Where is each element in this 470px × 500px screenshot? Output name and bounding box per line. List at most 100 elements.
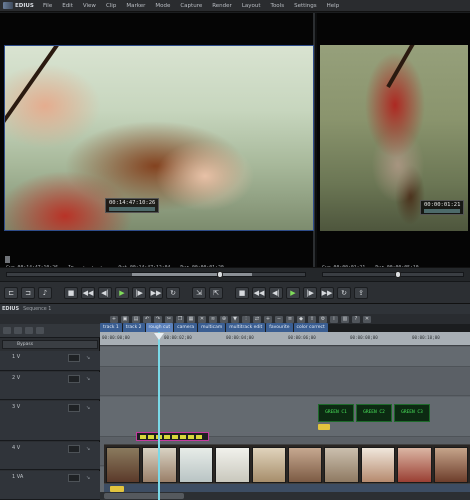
timeline-lane-1[interactable] [100,347,470,367]
menu-layout[interactable]: Layout [237,0,266,12]
track-head-3[interactable]: 3 V ↘ [0,401,100,441]
menu-capture[interactable]: Capture [175,0,207,12]
help-icon[interactable]: ? [352,315,360,323]
delete-icon[interactable]: ✕ [198,315,206,323]
marker-icon[interactable]: ▼ [231,315,239,323]
track-toggle-3[interactable] [68,404,80,412]
set-out-button[interactable]: ⊐ [21,286,35,299]
close-icon[interactable]: ✕ [363,315,371,323]
track-expand-icon-4[interactable]: ↘ [86,446,93,452]
menu-mode[interactable]: Mode [150,0,175,12]
rec-step-forward-button[interactable]: |▶ [303,286,317,299]
play-button[interactable]: ▶ [115,286,129,299]
timeline-playhead[interactable] [158,332,160,500]
tab-multicam[interactable]: multicam [198,323,226,332]
player-scrub-track[interactable] [6,271,306,278]
timeline-lane-2[interactable] [100,368,470,396]
track-expand-icon-2[interactable]: ↘ [86,376,93,382]
menu-settings[interactable]: Settings [289,0,322,12]
mixer-icon[interactable]: ≡ [286,315,294,323]
timeline-scrollbar-knob[interactable] [104,493,184,499]
tab-rough-cut[interactable]: rough cut [145,323,174,332]
rec-play-button[interactable]: ▶ [286,286,300,299]
player-monitor[interactable]: 00:14:47:10:26 Cur 00:14:47:10:26 In --:… [0,13,315,271]
menu-view[interactable]: View [78,0,101,12]
paste-icon[interactable]: ▦ [187,315,195,323]
menu-file[interactable]: File [38,0,57,12]
loop-button[interactable]: ↻ [166,286,180,299]
render-icon[interactable]: ◆ [297,315,305,323]
green-clip-3[interactable]: GREEN C3 [394,404,430,422]
open-icon[interactable]: ▣ [121,315,129,323]
recorder-scrub-track[interactable] [322,271,464,278]
player-scrub-knob[interactable] [217,271,223,278]
menu-render[interactable]: Render [207,0,237,12]
recorder-scrub-knob[interactable] [395,271,401,278]
track-add-icon[interactable] [3,327,11,334]
track-toggle-1[interactable] [68,354,80,362]
green-clip-1[interactable]: GREEN C1 [318,404,354,422]
rec-stop-button[interactable]: ■ [235,286,249,299]
timeline-scrollbar[interactable] [100,492,470,500]
sync-icon[interactable]: ⇄ [253,315,261,323]
tab-camera[interactable]: camera [174,323,198,332]
track-head-2[interactable]: 2 V ↘ [0,372,100,400]
clip-keyframe-marker[interactable] [318,424,330,430]
green-clip-2[interactable]: GREEN C2 [356,404,392,422]
rewind-button[interactable]: ◀◀ [81,286,95,299]
cut-icon[interactable]: ✂ [165,315,173,323]
new-sequence-icon[interactable]: + [110,315,118,323]
layout-icon[interactable]: ▥ [341,315,349,323]
export-icon[interactable]: ⇪ [308,315,316,323]
menu-marker[interactable]: Marker [121,0,150,12]
split-icon[interactable]: ⫶ [242,315,250,323]
stop-button[interactable]: ■ [64,286,78,299]
export-button[interactable]: ⇪ [354,286,368,299]
tab-favourite[interactable]: favourite [266,323,293,332]
track-toggle-5[interactable] [68,474,80,482]
track-lock-icon[interactable] [25,327,33,334]
track-sync-icon[interactable] [36,327,44,334]
track-toggle-2[interactable] [68,375,80,383]
rec-step-back-button[interactable]: ◀| [269,286,283,299]
track-head-5[interactable]: 1 VA ↘ [0,471,100,500]
title-clip[interactable] [136,432,209,441]
rec-rewind-button[interactable]: ◀◀ [252,286,266,299]
menu-tools[interactable]: Tools [266,0,290,12]
track-expand-icon-1[interactable]: ↘ [86,355,93,361]
recorder-monitor[interactable]: 00:00:01:21 Cur 00:00:01:21 Dur 00:00:05… [317,13,470,271]
insert-button[interactable]: ⇲ [192,286,206,299]
info-icon[interactable]: i [330,315,338,323]
menu-clip[interactable]: Clip [101,0,121,12]
copy-icon[interactable]: ❐ [176,315,184,323]
undo-icon[interactable]: ↶ [143,315,151,323]
step-forward-button[interactable]: |▶ [132,286,146,299]
tab-track-2[interactable]: track 2 [122,323,145,332]
tab-multitrack-edit[interactable]: multitrack edit [226,323,266,332]
step-back-button[interactable]: ◀| [98,286,112,299]
fast-forward-button[interactable]: ▶▶ [149,286,163,299]
track-settings-field[interactable]: Bypass [2,340,98,349]
set-in-button[interactable]: ⊏ [4,286,18,299]
zoom-in-icon[interactable]: + [264,315,272,323]
menu-edit[interactable]: Edit [57,0,78,12]
track-head-4[interactable]: 4 V ↘ [0,442,100,470]
overwrite-button[interactable]: ⇱ [209,286,223,299]
zoom-out-icon[interactable]: − [275,315,283,323]
snap-icon[interactable]: ⊕ [220,315,228,323]
rec-loop-button[interactable]: ↻ [337,286,351,299]
track-toggle-4[interactable] [68,445,80,453]
rec-fast-forward-button[interactable]: ▶▶ [320,286,334,299]
settings-icon[interactable]: ⚙ [319,315,327,323]
audio-toggle-button[interactable]: ♪ [38,286,52,299]
redo-icon[interactable]: ↷ [154,315,162,323]
track-link-icon[interactable] [14,327,22,334]
track-head-1[interactable]: 1 V ↘ [0,351,100,371]
track-expand-icon-5[interactable]: ↘ [86,475,93,481]
tab-color-correct[interactable]: color correct [293,323,328,332]
tab-track-1[interactable]: track 1 [100,323,122,332]
save-icon[interactable]: ▤ [132,315,140,323]
ripple-icon[interactable]: ≋ [209,315,217,323]
track-expand-icon-3[interactable]: ↘ [86,405,93,411]
menu-help[interactable]: Help [322,0,345,12]
